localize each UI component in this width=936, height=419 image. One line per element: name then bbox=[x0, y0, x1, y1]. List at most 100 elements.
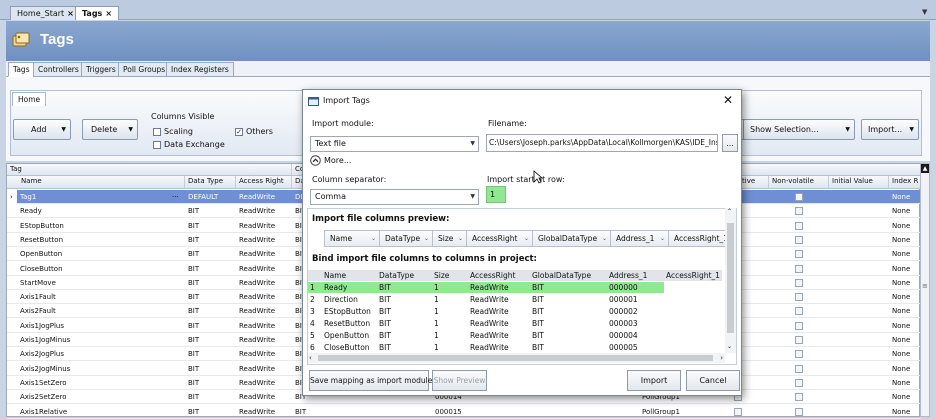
non-volatile-checkbox[interactable] bbox=[795, 307, 803, 316]
cell-type[interactable]: BIT bbox=[185, 319, 236, 333]
scroll-down-icon[interactable]: ⌄ bbox=[727, 343, 732, 350]
add-button[interactable]: Add ▼ bbox=[13, 119, 71, 140]
cell-name[interactable]: Axis1JogPlus bbox=[17, 319, 187, 333]
data-exchange-checkbox[interactable]: Data Exchange bbox=[153, 140, 225, 149]
cell-type[interactable]: BIT bbox=[185, 262, 236, 276]
cell-name[interactable]: Axis1Relative bbox=[17, 405, 187, 419]
cell-type[interactable]: BIT bbox=[185, 405, 236, 419]
close-icon[interactable]: × bbox=[105, 9, 112, 18]
cell-access[interactable]: ReadWrite bbox=[236, 262, 292, 276]
cell-access[interactable]: ReadWrite bbox=[236, 233, 292, 247]
tab-triggers[interactable]: Triggers bbox=[81, 62, 121, 77]
column-header-initial-value[interactable]: Initial Value bbox=[829, 176, 889, 189]
column-header-name[interactable]: Name bbox=[7, 176, 185, 189]
cell-name[interactable]: Axis2SetZero bbox=[17, 390, 187, 404]
cell-idx[interactable]: None bbox=[889, 362, 921, 376]
preview-col-address-1[interactable]: Address_1 ⌄ bbox=[611, 231, 669, 246]
scroll-thumb[interactable] bbox=[318, 355, 713, 361]
cell-idx[interactable]: None bbox=[889, 333, 921, 347]
column-header-access-right[interactable]: Access Right bbox=[236, 176, 292, 189]
column-header-non-volatile[interactable]: Non-volatile bbox=[769, 176, 829, 189]
cell-idx[interactable]: None bbox=[889, 347, 921, 361]
tab-controllers[interactable]: Controllers bbox=[33, 62, 84, 77]
doc-tab-home-start[interactable]: Home_Start × bbox=[10, 6, 81, 20]
scroll-thumb[interactable] bbox=[727, 223, 734, 333]
import-button[interactable]: Import bbox=[627, 370, 681, 391]
import-start-row-input[interactable]: 1 bbox=[486, 186, 506, 203]
tab-poll-groups[interactable]: Poll Groups bbox=[118, 62, 171, 77]
cell-type[interactable]: BIT bbox=[185, 333, 236, 347]
tab-list-dropdown-icon[interactable]: ▼ bbox=[922, 8, 932, 16]
cell-idx[interactable]: None bbox=[889, 233, 921, 247]
non-volatile-checkbox[interactable] bbox=[795, 336, 803, 344]
scroll-up-icon[interactable]: ⌃ bbox=[727, 208, 732, 215]
cell-access[interactable]: ReadWrite bbox=[236, 204, 292, 218]
preview-col-accessright-1[interactable]: AccessRight_1 bbox=[669, 231, 725, 246]
cell-idx[interactable]: None bbox=[889, 290, 921, 304]
more-toggle[interactable]: More... bbox=[310, 155, 351, 166]
cell-idx[interactable]: None bbox=[889, 204, 921, 218]
non-volatile-checkbox[interactable] bbox=[795, 321, 803, 330]
column-header-active[interactable]: tive bbox=[739, 176, 769, 189]
others-checkbox[interactable]: ✓ Others bbox=[235, 127, 273, 136]
non-volatile-checkbox[interactable] bbox=[795, 350, 803, 359]
cell-type[interactable]: BIT bbox=[185, 390, 236, 404]
grid-vertical-scrollbar[interactable]: ▲ ≡ bbox=[920, 163, 930, 417]
non-volatile-checkbox[interactable] bbox=[795, 378, 803, 387]
cell-type[interactable]: BIT bbox=[185, 290, 236, 304]
cell-name[interactable]: StartMove bbox=[17, 276, 187, 290]
cell-type[interactable]: BIT bbox=[185, 276, 236, 290]
cell-access[interactable]: ReadWrite bbox=[236, 190, 292, 204]
cell-name[interactable]: Axis2JogPlus bbox=[17, 347, 187, 361]
non-volatile-checkbox[interactable] bbox=[795, 393, 803, 402]
cell-access[interactable]: ReadWrite bbox=[236, 333, 292, 347]
scaling-checkbox[interactable]: Scaling bbox=[153, 127, 193, 136]
cell-name[interactable]: Axis1JogMinus bbox=[17, 333, 187, 347]
tab-tags[interactable]: Tags bbox=[8, 62, 35, 77]
cell-idx[interactable]: None bbox=[889, 219, 921, 233]
non-volatile-checkbox[interactable] bbox=[795, 364, 803, 373]
scroll-right-icon[interactable]: › bbox=[720, 353, 723, 363]
cell-idx[interactable]: None bbox=[889, 390, 921, 404]
cell-idx[interactable]: None bbox=[889, 190, 921, 204]
cell-access[interactable]: ReadWrite bbox=[236, 405, 292, 419]
preview-col-size[interactable]: Size ⌄ bbox=[433, 231, 467, 246]
checkbox-box[interactable] bbox=[153, 140, 161, 149]
non-volatile-checkbox[interactable] bbox=[795, 250, 803, 259]
cell-access[interactable]: ReadWrite bbox=[236, 390, 292, 404]
cell-type[interactable]: BIT bbox=[185, 376, 236, 390]
non-volatile-checkbox[interactable] bbox=[795, 407, 803, 416]
delete-button[interactable]: Delete ▼ bbox=[82, 119, 138, 140]
cell-access[interactable]: ReadWrite bbox=[236, 362, 292, 376]
ellipsis-button[interactable]: ··· bbox=[169, 190, 185, 204]
cell-name[interactable]: CloseButton bbox=[17, 262, 187, 276]
chevron-up-circle-icon[interactable] bbox=[310, 155, 321, 166]
non-volatile-checkbox[interactable] bbox=[795, 264, 803, 273]
preview-col-globaldatatype[interactable]: GlobalDataType ⌄ bbox=[533, 231, 611, 246]
cell-idx[interactable]: None bbox=[889, 304, 921, 318]
show-selection-button[interactable]: Show Selection... ▼ bbox=[743, 119, 855, 140]
bind-table-row[interactable]: 6 CloseButton BIT 1 ReadWrite BIT 000005 bbox=[308, 342, 722, 353]
checkmark-icon[interactable]: ✓ bbox=[235, 127, 243, 136]
cell-access[interactable]: ReadWrite bbox=[236, 219, 292, 233]
cell-access[interactable]: ReadWrite bbox=[236, 319, 292, 333]
cell-access[interactable]: ReadWrite bbox=[236, 347, 292, 361]
non-volatile-checkbox[interactable] bbox=[795, 193, 803, 201]
close-icon[interactable]: ✕ bbox=[723, 93, 733, 107]
cell-idx[interactable]: None bbox=[889, 276, 921, 290]
scroll-left-icon[interactable]: ‹ bbox=[309, 353, 312, 363]
cell-name[interactable]: Axis1Fault bbox=[17, 290, 187, 304]
cell-type[interactable]: BIT bbox=[185, 219, 236, 233]
column-header-index-register[interactable]: Index R bbox=[889, 176, 921, 189]
bind-table-row[interactable]: 3 EStopButton BIT 1 ReadWrite BIT 000002 bbox=[308, 306, 722, 317]
cell-type[interactable]: BIT bbox=[185, 233, 236, 247]
bind-table-row[interactable]: 1 Ready BIT 1 ReadWrite BIT 000000 bbox=[308, 282, 664, 293]
cell-name[interactable]: EStopButton bbox=[17, 219, 187, 233]
cell-name[interactable]: Axis2Fault bbox=[17, 304, 187, 318]
cell-idx[interactable]: None bbox=[889, 376, 921, 390]
bind-table-row[interactable]: 4 ResetButton BIT 1 ReadWrite BIT 000003 bbox=[308, 318, 722, 329]
non-volatile-checkbox[interactable] bbox=[795, 293, 803, 302]
scroll-grip-icon[interactable]: ≡ bbox=[922, 283, 928, 292]
mapping-horizontal-scrollbar[interactable]: ‹ › bbox=[308, 353, 725, 363]
cell-type[interactable]: BIT bbox=[185, 347, 236, 361]
